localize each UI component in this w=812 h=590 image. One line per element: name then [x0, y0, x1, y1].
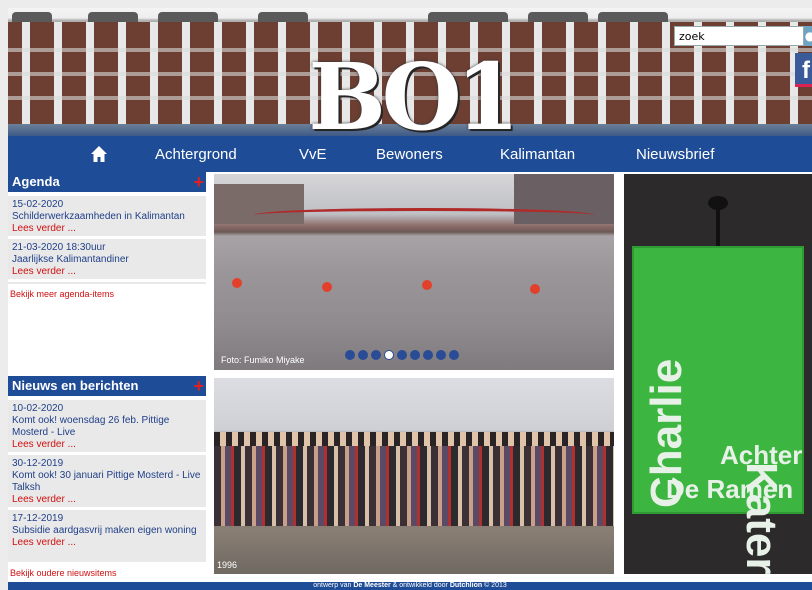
agenda-item-date: 15-02-2020: [12, 199, 64, 210]
agenda-item-title[interactable]: Jaarlijkse Kalimantandiner: [12, 254, 129, 265]
slider-dots: [345, 350, 459, 360]
agenda-item[interactable]: 21-03-2020 18:30uur Jaarlijkse Kalimanta…: [8, 239, 206, 279]
poster: Charlie Kater Achter De Ramen: [632, 246, 804, 574]
news-item-date: 10-02-2020: [12, 403, 64, 414]
read-more-link[interactable]: Lees verder ...: [12, 266, 202, 278]
slider-dot[interactable]: [345, 350, 355, 360]
agenda-item[interactable]: 15-02-2020 Schilderwerkzaamheden in Kali…: [8, 196, 206, 236]
search-icon: ●: [804, 29, 812, 43]
search-button[interactable]: ●: [804, 26, 812, 46]
poster-line-2: De Ramen: [666, 474, 794, 504]
nav-item-achtergrond[interactable]: Achtergrond: [155, 146, 237, 163]
developer-link[interactable]: Dutchlion: [450, 582, 482, 589]
photo-bridge: [254, 208, 594, 222]
photo-caption: 1996: [217, 560, 238, 570]
poster-lamp-post: [716, 204, 720, 250]
more-agenda-link[interactable]: Bekijk meer agenda-items: [10, 289, 114, 299]
read-more-link[interactable]: Lees verder ...: [12, 439, 202, 451]
older-news-link[interactable]: Bekijk oudere nieuwsitems: [10, 568, 117, 578]
news-item-date: 30-12-2019: [12, 458, 64, 469]
home-icon[interactable]: [90, 145, 108, 163]
news-item-title[interactable]: Komt ook! 30 januari Pittige Mosterd - L…: [12, 470, 200, 493]
agenda-title: Agenda: [12, 174, 60, 189]
news-item-title[interactable]: Komt ook! woensdag 26 feb. Pittige Moste…: [12, 415, 169, 438]
search-field[interactable]: [674, 26, 804, 46]
photo-buoy: [422, 280, 432, 290]
search-input[interactable]: [675, 27, 803, 45]
page: BO1 ● f Achtergrond VvE Bewoners Kaliman…: [8, 8, 812, 590]
nav-item-vve[interactable]: VvE: [299, 146, 327, 163]
group-photo[interactable]: 1996: [214, 378, 614, 574]
agenda-item-title[interactable]: Schilderwerkzaamheden in Kalimantan: [12, 211, 185, 222]
footer: ontwerp van De Meester & ontwikkeld door…: [8, 582, 812, 590]
nav-item-nieuwsbrief[interactable]: Nieuwsbrief: [636, 146, 714, 163]
news-item-title[interactable]: Subsidie aardgasvrij maken eigen woning: [12, 525, 197, 536]
facebook-icon[interactable]: f: [795, 53, 812, 87]
main-nav: Achtergrond VvE Bewoners Kalimantan Nieu…: [8, 136, 812, 172]
news-item[interactable]: 30-12-2019 Komt ook! 30 januari Pittige …: [8, 455, 206, 507]
news-title: Nieuws en berichten: [12, 378, 139, 393]
photo-buoy: [232, 278, 242, 288]
agenda-item-date: 21-03-2020 18:30uur: [12, 242, 106, 253]
slider-dot[interactable]: [371, 350, 381, 360]
news-item[interactable]: 10-02-2020 Komt ook! woensdag 26 feb. Pi…: [8, 400, 206, 452]
photo-crowd: [214, 436, 614, 526]
slideshow-photo[interactable]: Foto: Fumiko Miyake: [214, 174, 614, 370]
footer-prefix: ontwerp van: [313, 582, 354, 589]
poster-photo[interactable]: Charlie Kater Achter De Ramen: [624, 174, 812, 574]
read-more-link[interactable]: Lees verder ...: [12, 494, 202, 506]
news-header: Nieuws en berichten +: [8, 376, 206, 396]
slider-dot[interactable]: [397, 350, 407, 360]
add-agenda-icon[interactable]: +: [193, 172, 204, 192]
photo-buoy: [530, 284, 540, 294]
news-item[interactable]: 17-12-2019 Subsidie aardgasvrij maken ei…: [8, 510, 206, 562]
nav-item-bewoners[interactable]: Bewoners: [376, 146, 443, 163]
slider-dot[interactable]: [410, 350, 420, 360]
slider-dot[interactable]: [358, 350, 368, 360]
photo-caption: Foto: Fumiko Miyake: [221, 355, 305, 365]
read-more-link[interactable]: Lees verder ...: [12, 223, 202, 235]
slider-dot[interactable]: [384, 350, 394, 360]
photo-heads: [214, 432, 614, 446]
agenda-header: Agenda +: [8, 172, 206, 192]
photo-buoy: [322, 282, 332, 292]
nav-item-kalimantan[interactable]: Kalimantan: [500, 146, 575, 163]
header-banner: BO1 ● f: [8, 8, 812, 136]
footer-middle: & ontwikkeld door: [390, 582, 450, 589]
site-logo[interactable]: BO1: [306, 51, 520, 136]
slider-dot[interactable]: [436, 350, 446, 360]
footer-suffix: © 2013: [482, 582, 507, 589]
agenda-divider: [8, 282, 206, 284]
slider-dot[interactable]: [423, 350, 433, 360]
add-news-icon[interactable]: +: [193, 376, 204, 396]
poster-lamp: [708, 196, 728, 210]
designer-link[interactable]: De Meester: [353, 582, 390, 589]
read-more-link[interactable]: Lees verder ...: [12, 537, 202, 549]
slider-dot[interactable]: [449, 350, 459, 360]
poster-line-1: Achter: [720, 440, 803, 470]
news-item-date: 17-12-2019: [12, 513, 64, 524]
